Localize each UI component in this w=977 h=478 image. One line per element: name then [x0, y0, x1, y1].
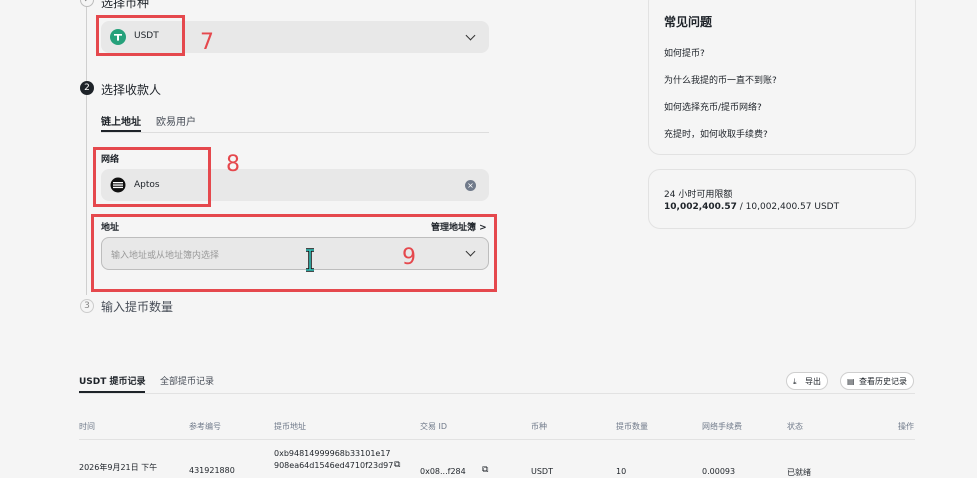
faq-title: 常见问题 [664, 15, 713, 29]
limit-total: 10,002,400.57 USDT [745, 202, 840, 212]
limit-separator: / [736, 202, 746, 212]
column-header: 币种 [531, 422, 547, 431]
records-divider [79, 393, 915, 394]
withdraw-limit-card: 24 小时可用限额 10,002,400.57 / 10,002,400.57 … [648, 169, 916, 229]
column-header: 提币数量 [616, 422, 648, 431]
column-header: 提币地址 [274, 422, 306, 431]
export-button-label: 导出 [805, 377, 821, 386]
faq-item[interactable]: 为什么我提的币一直不到账? [664, 73, 777, 86]
copy-icon[interactable]: ⧉ [482, 465, 488, 475]
chevron-down-icon [465, 30, 476, 41]
tab-usdt-records[interactable]: USDT 提币记录 [79, 374, 146, 387]
step2-title: 选择收款人 [101, 83, 162, 97]
step3-title: 输入提币数量 [101, 300, 174, 314]
clear-icon[interactable]: × [465, 180, 476, 191]
table-header-divider [79, 439, 915, 440]
step1-title: 选择币种 [101, 0, 150, 10]
annotation-box-8 [93, 147, 211, 207]
cell-status: 已就绪 [787, 468, 811, 477]
cell-address-line2: 908ea64d1546ed4710f23d97 [274, 461, 394, 470]
step-progress-line [86, 0, 87, 295]
column-header: 参考编号 [189, 422, 221, 431]
tab-all-records[interactable]: 全部提币记录 [160, 374, 214, 387]
tab-onchain-address[interactable]: 链上地址 [101, 113, 141, 128]
tab-divider [101, 132, 489, 133]
faq-item[interactable]: 充提时，如何收取手续费? [664, 127, 768, 140]
cell-time: 2026年9月21日 下午 [79, 463, 158, 472]
cell-ref: 431921880 [189, 466, 235, 475]
limit-title: 24 小时可用限额 [664, 190, 733, 200]
limit-value: 10,002,400.57 / 10,002,400.57 USDT [664, 202, 839, 212]
column-header: 时间 [79, 422, 95, 431]
export-button[interactable]: ⤓ 导出 [786, 372, 828, 390]
view-history-button-label: 查看历史记录 [859, 377, 907, 386]
step1-check-icon: ✓ [80, 0, 94, 7]
column-header: 操作 [898, 422, 914, 431]
column-header: 交易 ID [420, 422, 448, 431]
limit-used: 10,002,400.57 [664, 202, 737, 212]
faq-card: 常见问题 如何提币? 为什么我提的币一直不到账? 如何选择充币/提币网络? 充提… [648, 0, 916, 155]
cell-address-line1: 0xb94814999968b33101e17 [274, 449, 391, 458]
column-header: 状态 [787, 422, 803, 431]
annotation-number-9: 9 [402, 245, 416, 270]
annotation-number-8: 8 [226, 152, 240, 177]
copy-icon[interactable]: ⧉ [394, 460, 400, 470]
tab-okx-user[interactable]: 欧易用户 [156, 113, 196, 128]
download-icon: ⤓ [793, 377, 797, 386]
step3-number: 3 [80, 299, 94, 313]
annotation-box-7 [96, 15, 185, 56]
faq-item[interactable]: 如何选择充币/提币网络? [664, 100, 762, 113]
view-history-button[interactable]: ▤ 查看历史记录 [840, 372, 914, 390]
step2-number: 2 [80, 81, 94, 95]
column-header: 网络手续费 [702, 422, 742, 431]
annotation-number-7: 7 [200, 30, 214, 55]
history-icon: ▤ [847, 377, 855, 386]
annotation-box-9 [91, 214, 497, 292]
faq-item[interactable]: 如何提币? [664, 46, 705, 59]
